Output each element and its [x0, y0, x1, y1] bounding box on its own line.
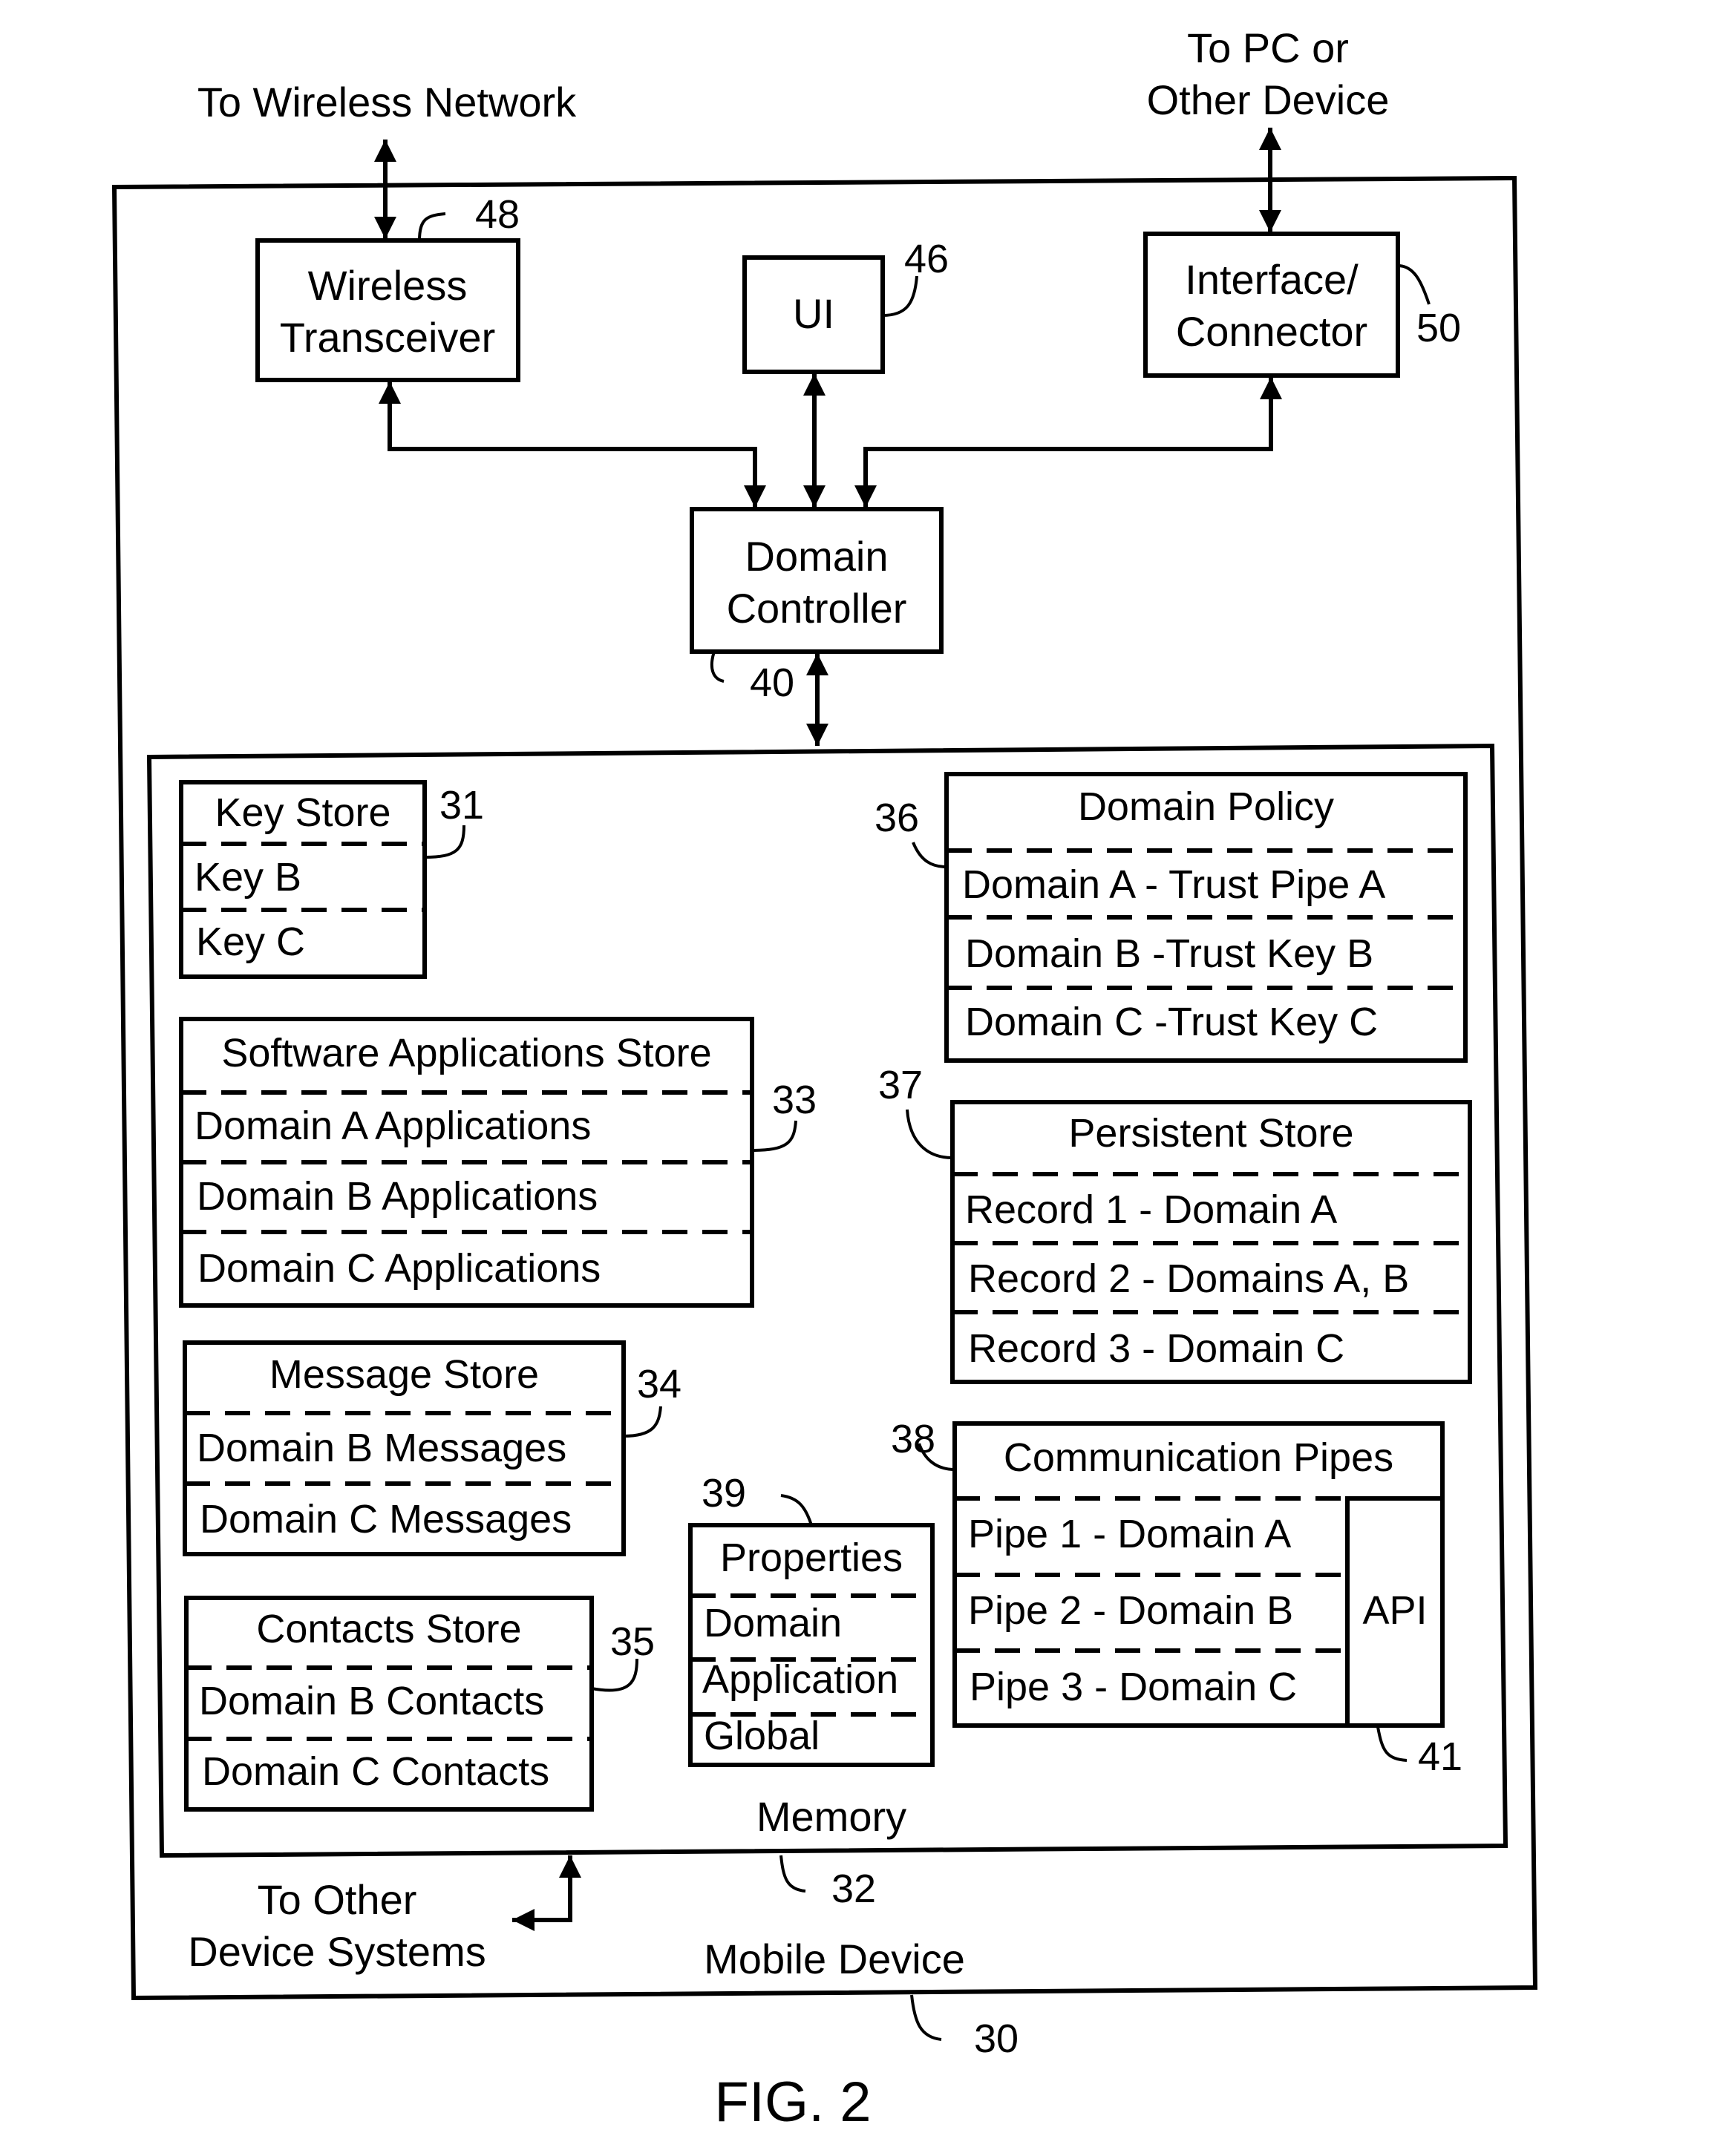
leader-41: [1376, 1726, 1408, 1762]
domain-policy-title: Domain Policy: [1077, 784, 1335, 829]
domain-controller-label: Domain Controller: [727, 531, 907, 635]
to-other-systems-label: To Other Device Systems: [188, 1874, 486, 1978]
interface-line2: Connector: [1175, 308, 1368, 355]
properties-row: Application: [702, 1657, 899, 1702]
leader-39: [780, 1494, 813, 1526]
ref-30: 30: [974, 2016, 1019, 2061]
other-systems-line1: To Other: [257, 1876, 417, 1923]
interface-line1: Interface/: [1185, 256, 1359, 303]
persistent-store-row: Record 2 - Domains A, B: [968, 1256, 1410, 1301]
leader-46: [882, 275, 918, 317]
ref-36: 36: [875, 796, 920, 840]
ref-32: 32: [831, 1867, 877, 1911]
controller-line1: Domain: [745, 533, 889, 580]
software-store-title: Software Applications Store: [221, 1031, 712, 1075]
key-store-row: Key B: [194, 855, 302, 900]
message-store-row: Domain C Messages: [200, 1497, 572, 1541]
interface-controller-arrow: [854, 377, 1282, 508]
ref-46: 46: [904, 237, 949, 281]
leader-33: [751, 1120, 797, 1152]
domain-policy-row: Domain B -Trust Key B: [965, 931, 1374, 976]
figure-caption: FIG. 2: [714, 2071, 872, 2134]
wireless-transceiver-label: Wireless Transceiver: [280, 260, 495, 364]
ref-40: 40: [750, 661, 795, 705]
leader-37: [906, 1109, 953, 1159]
leader-30: [910, 1994, 942, 2041]
ref-31: 31: [439, 783, 485, 828]
ref-41: 41: [1418, 1734, 1463, 1779]
ref-33: 33: [772, 1078, 817, 1122]
comm-pipes-row: Pipe 3 - Domain C: [970, 1665, 1298, 1709]
ref-34: 34: [637, 1362, 682, 1406]
mobile-device-label: Mobile Device: [704, 1936, 965, 1982]
leader-32: [779, 1855, 806, 1893]
key-store-title: Key Store: [215, 790, 391, 835]
domain-policy-row: Domain C -Trust Key C: [965, 1000, 1379, 1044]
comm-pipes-title: Communication Pipes: [1003, 1435, 1394, 1480]
persistent-store-row: Record 3 - Domain C: [968, 1326, 1345, 1371]
to-pc-line2: Other Device: [1146, 76, 1390, 123]
ref-48: 48: [475, 192, 520, 237]
wireless-line2: Transceiver: [279, 314, 496, 361]
persistent-store-row: Record 1 - Domain A: [965, 1187, 1338, 1232]
to-pc-label: To PC or Other Device: [1147, 22, 1390, 126]
contacts-store-row: Domain B Contacts: [199, 1679, 545, 1723]
comm-pipes-row: Pipe 1 - Domain A: [968, 1512, 1292, 1556]
api-label: API: [1362, 1588, 1428, 1633]
software-store-row: Domain B Applications: [197, 1174, 598, 1219]
properties-row: Global: [704, 1714, 820, 1758]
software-store-row: Domain C Applications: [197, 1246, 601, 1291]
ref-37: 37: [878, 1063, 924, 1107]
ref-38: 38: [891, 1417, 936, 1461]
leader-31: [424, 825, 465, 859]
contacts-store-row: Domain C Contacts: [202, 1749, 550, 1794]
message-store-row: Domain B Messages: [197, 1426, 567, 1470]
to-pc-line1: To PC or: [1187, 24, 1349, 71]
interface-connector-label: Interface/ Connector: [1176, 254, 1367, 358]
properties-row: Domain: [704, 1601, 843, 1645]
leader-34: [623, 1406, 662, 1438]
ref-39: 39: [702, 1471, 747, 1516]
software-store-row: Domain A Applications: [194, 1104, 592, 1148]
wireless-line1: Wireless: [307, 262, 468, 309]
leader-40: [710, 651, 725, 683]
ui-label: UI: [793, 290, 834, 337]
other-systems-line2: Device Systems: [188, 1928, 486, 1975]
patent-figure: To Wireless Network To PC or Other Devic…: [0, 0, 1726, 2156]
message-store-title: Message Store: [269, 1352, 540, 1397]
ref-50: 50: [1416, 306, 1462, 350]
to-wireless-network-label: To Wireless Network: [197, 79, 577, 125]
leader-50: [1397, 264, 1431, 305]
ref-35: 35: [610, 1619, 656, 1664]
properties-title: Properties: [719, 1536, 903, 1580]
controller-line2: Controller: [726, 585, 907, 632]
memory-label: Memory: [756, 1793, 907, 1840]
persistent-store-title: Persistent Store: [1068, 1111, 1354, 1156]
leader-36: [912, 842, 947, 868]
other-systems-arrow: [512, 1855, 581, 1931]
domain-policy-row: Domain A - Trust Pipe A: [962, 862, 1386, 907]
wireless-controller-arrow: [379, 381, 766, 508]
key-store-row: Key C: [196, 920, 306, 964]
contacts-store-title: Contacts Store: [256, 1607, 522, 1651]
leader-48: [418, 212, 446, 241]
comm-pipes-row: Pipe 2 - Domain B: [968, 1588, 1294, 1633]
